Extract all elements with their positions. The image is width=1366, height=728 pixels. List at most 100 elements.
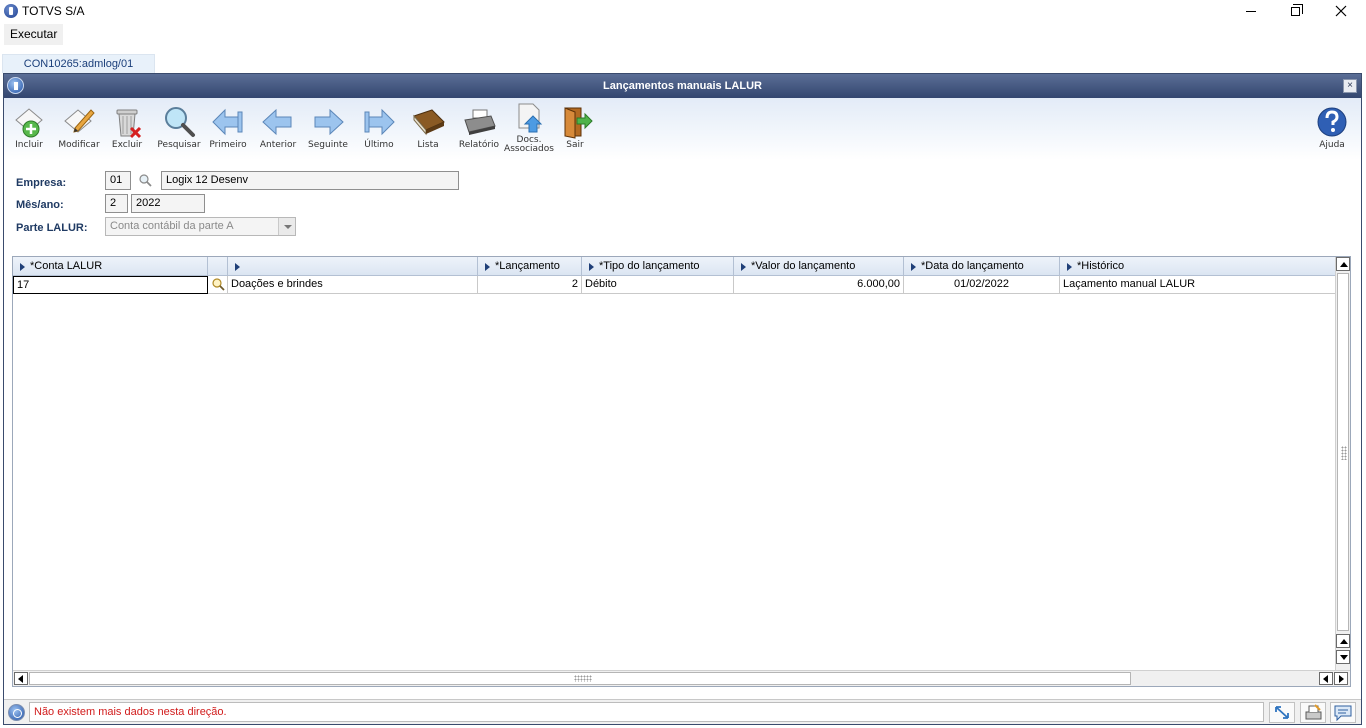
- relatorio-button[interactable]: Relatório: [454, 102, 504, 158]
- seguinte-label: Seguinte: [308, 140, 348, 150]
- first-arrow-icon: [212, 108, 243, 136]
- expand-arrows-icon: [1275, 706, 1289, 719]
- scroll-left-button[interactable]: [14, 672, 28, 685]
- col-descricao[interactable]: [228, 257, 478, 276]
- sair-button[interactable]: Sair: [550, 102, 600, 158]
- sort-arrow-icon: [20, 263, 25, 271]
- excluir-label: Excluir: [111, 140, 143, 150]
- col-lancamento[interactable]: *Lançamento: [478, 257, 582, 276]
- vertical-scroll-thumb[interactable]: [1337, 273, 1349, 631]
- trash-delete-icon: [116, 109, 142, 139]
- minimize-icon: [1246, 10, 1256, 12]
- menu-executar[interactable]: Executar: [4, 24, 64, 45]
- status-info-icon: [8, 704, 25, 721]
- scroll-down-button[interactable]: [1336, 650, 1350, 664]
- primeiro-button[interactable]: Primeiro: [203, 102, 253, 158]
- incluir-button[interactable]: Incluir: [4, 102, 54, 158]
- ano-field[interactable]: 2022: [131, 194, 205, 213]
- empresa-label: Empresa:: [16, 177, 67, 189]
- horizontal-scrollbar[interactable]: [13, 670, 1350, 686]
- minimize-button[interactable]: [1228, 0, 1274, 22]
- col-historico[interactable]: *Histórico: [1060, 257, 1336, 276]
- cell-data[interactable]: 01/02/2022: [904, 276, 1060, 294]
- cell-lookup[interactable]: [208, 276, 228, 294]
- lista-label: Lista: [417, 140, 439, 150]
- conta-lookup-icon[interactable]: [211, 277, 225, 291]
- print-status-button[interactable]: [1300, 702, 1326, 723]
- mes-field[interactable]: 2: [105, 194, 128, 213]
- toolbar: Incluir Modificar Excluir Pesquisar Prim…: [4, 98, 1361, 160]
- horizontal-scroll-thumb[interactable]: [29, 672, 1131, 685]
- anterior-button[interactable]: Anterior: [253, 102, 303, 158]
- book-list-icon: [413, 109, 445, 136]
- window-titlebar: Lançamentos manuais LALUR ×: [4, 74, 1361, 98]
- exit-door-icon: [564, 107, 593, 139]
- scroll-up-bottom-button[interactable]: [1336, 634, 1350, 648]
- lalur-window: Lançamentos manuais LALUR × Incluir Modi…: [3, 73, 1362, 725]
- lista-button[interactable]: Lista: [403, 102, 453, 158]
- cell-descricao: Doações e brindes: [228, 276, 478, 294]
- sort-arrow-icon: [235, 263, 240, 271]
- col-lookup: [208, 257, 228, 276]
- ultimo-button[interactable]: Último: [354, 102, 404, 158]
- chat-message-icon: [1334, 705, 1352, 722]
- parte-lalur-select[interactable]: Conta contábil da parte A: [105, 217, 296, 236]
- window-title: Lançamentos manuais LALUR: [603, 80, 762, 92]
- sort-arrow-icon: [485, 263, 490, 271]
- col-tipo-lancamento[interactable]: *Tipo do lançamento: [582, 257, 734, 276]
- col-valor-lancamento[interactable]: *Valor do lançamento: [734, 257, 904, 276]
- edit-document-icon: [64, 109, 95, 133]
- program-tab[interactable]: CON10265:admlog/01: [2, 54, 155, 73]
- cell-valor[interactable]: 6.000,00: [734, 276, 904, 294]
- message-button[interactable]: [1330, 702, 1356, 723]
- lancamentos-grid: *Conta LALUR *Lançamento *Tipo do lançam…: [12, 256, 1351, 687]
- restore-button[interactable]: [1272, 0, 1318, 22]
- grip-icon: [1341, 446, 1347, 460]
- magnifier-icon: [165, 107, 195, 137]
- grid-header: *Conta LALUR *Lançamento *Tipo do lançam…: [13, 257, 1336, 276]
- close-app-button[interactable]: [1318, 0, 1364, 22]
- empresa-code-field[interactable]: 01: [105, 171, 131, 190]
- cell-conta[interactable]: 17: [13, 276, 208, 294]
- printer-edit-icon: [1305, 704, 1322, 720]
- previous-arrow-icon: [262, 108, 292, 136]
- os-titlebar: TOTVS S/A: [0, 0, 1366, 22]
- sort-arrow-icon: [741, 263, 746, 271]
- printer-icon: [464, 109, 496, 135]
- modificar-button[interactable]: Modificar: [54, 102, 104, 158]
- scroll-right-button[interactable]: [1334, 672, 1348, 685]
- totvs-logo-icon: [4, 4, 18, 18]
- empresa-lookup-icon[interactable]: [138, 173, 152, 187]
- cell-lancamento[interactable]: 2: [478, 276, 582, 294]
- ajuda-label: Ajuda: [1319, 140, 1345, 150]
- scroll-left-end-button[interactable]: [1319, 672, 1333, 685]
- excluir-button[interactable]: Excluir: [102, 102, 152, 158]
- close-icon: [1335, 5, 1347, 17]
- parte-lalur-value: Conta contábil da parte A: [110, 220, 234, 232]
- chevron-down-icon[interactable]: [278, 218, 295, 235]
- ajuda-button[interactable]: Ajuda: [1307, 102, 1357, 158]
- restore-icon: [1290, 3, 1303, 16]
- mes-ano-label: Mês/ano:: [16, 199, 64, 211]
- col-data-lancamento[interactable]: *Data do lançamento: [904, 257, 1060, 276]
- col-conta-lalur[interactable]: *Conta LALUR: [13, 257, 208, 276]
- menubar: Executar: [0, 24, 1366, 46]
- pesquisar-button[interactable]: Pesquisar: [154, 102, 204, 158]
- cell-tipo[interactable]: Débito: [582, 276, 734, 294]
- cell-historico[interactable]: Laçamento manual LALUR: [1060, 276, 1336, 294]
- parte-lalur-label: Parte LALUR:: [16, 222, 88, 234]
- add-document-icon: [15, 108, 43, 138]
- resize-button[interactable]: [1269, 702, 1295, 723]
- last-arrow-icon: [364, 108, 395, 136]
- sort-arrow-icon: [1067, 263, 1072, 271]
- sort-arrow-icon: [911, 263, 916, 271]
- document-upload-icon: [518, 103, 543, 133]
- scroll-up-button[interactable]: [1336, 257, 1350, 271]
- vertical-scrollbar[interactable]: [1335, 257, 1350, 670]
- seguinte-button[interactable]: Seguinte: [303, 102, 353, 158]
- window-close-button[interactable]: ×: [1343, 79, 1357, 93]
- app-title: TOTVS S/A: [22, 4, 85, 18]
- sair-label: Sair: [566, 140, 584, 150]
- table-row[interactable]: 17 Doações e brindes 2 Débito 6.000,00 0…: [13, 276, 1336, 294]
- sort-arrow-icon: [589, 263, 594, 271]
